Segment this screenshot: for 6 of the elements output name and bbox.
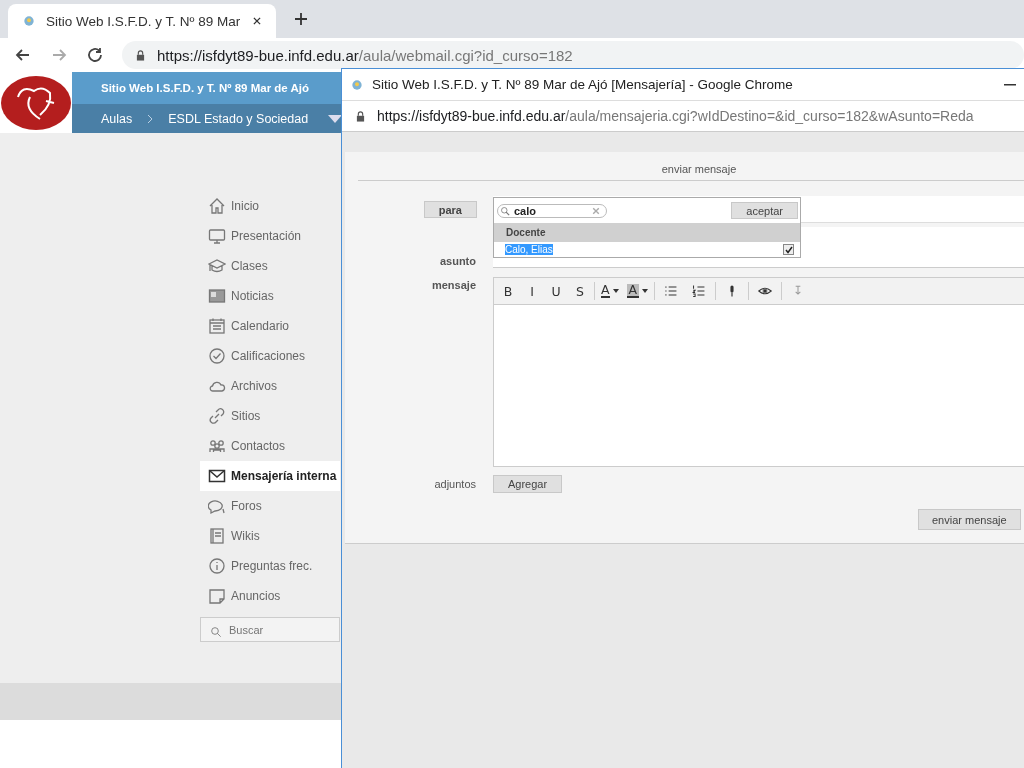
message-label: mensaje (431, 279, 476, 291)
form-heading: enviar mensaje (661, 163, 737, 175)
attachments-label: adjuntos (434, 478, 476, 490)
subject-label: asunto (439, 255, 476, 267)
group-header: Docente (494, 223, 800, 242)
window-title: Sitio Web I.S.F.D. y T. Nº 89 Mar de Ajó [Mensajería] - Google Chrome (372, 77, 793, 92)
